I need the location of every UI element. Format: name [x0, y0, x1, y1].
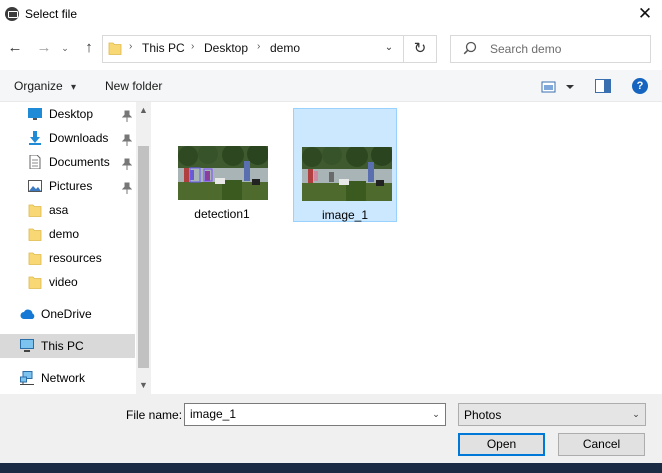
change-view-button[interactable]	[541, 79, 575, 95]
file-item-detection1[interactable]: detection1	[170, 108, 274, 222]
chevron-down-icon: ▾	[71, 82, 77, 93]
view-icon	[541, 81, 574, 93]
scroll-up-button[interactable]: ▲	[136, 102, 151, 119]
close-button[interactable]: ✕	[628, 0, 662, 30]
file-type-select[interactable]: Photos	[458, 403, 646, 426]
sidebar-item-resources[interactable]: resources	[0, 246, 135, 270]
cloud-icon	[20, 309, 35, 319]
scroll-down-button[interactable]: ▼	[136, 377, 151, 394]
sidebar-item-label: Documents	[49, 155, 110, 169]
sidebar-item-desktop[interactable]: Desktop	[0, 102, 135, 126]
pin-icon	[121, 108, 133, 122]
new-folder-button[interactable]: New folder	[105, 79, 162, 93]
window-title: Select file	[25, 7, 78, 21]
pin-icon	[121, 156, 133, 170]
sidebar-item-pictures[interactable]: Pictures	[0, 174, 135, 198]
sidebar-item-label: This PC	[41, 339, 84, 353]
folder-icon	[28, 276, 42, 289]
preview-pane-button[interactable]	[595, 79, 611, 93]
sidebar-item-demo[interactable]: demo	[0, 222, 135, 246]
sidebar-item-network[interactable]: Network	[0, 366, 135, 390]
organize-button[interactable]: Organize ▾	[14, 79, 76, 93]
folder-icon	[108, 42, 122, 55]
sidebar-item-label: Desktop	[49, 107, 94, 121]
sidebar-item-label: video	[49, 275, 78, 289]
app-icon	[5, 7, 19, 21]
sidebar-item-asa[interactable]: asa	[0, 198, 135, 222]
chevron-down-icon[interactable]: ⌄	[628, 404, 644, 425]
chevron-down-icon[interactable]: ⌄	[428, 404, 444, 425]
taskbar-strip	[0, 463, 662, 473]
sidebar-item-label: OneDrive	[41, 307, 92, 321]
preview-pane-icon	[595, 79, 611, 93]
pin-icon	[121, 132, 133, 146]
image-thumbnail	[302, 147, 392, 201]
up-button[interactable]: ↑	[78, 37, 100, 59]
download-icon	[29, 131, 41, 145]
breadcrumb-demo[interactable]: demo	[270, 41, 300, 55]
sidebar-item-downloads[interactable]: Downloads	[0, 126, 135, 150]
address-dropdown-button[interactable]: ⌄	[380, 37, 398, 59]
breadcrumb-separator[interactable]: ›	[191, 41, 194, 52]
sidebar-item-label: Network	[41, 371, 86, 385]
file-name-input[interactable]: image_1	[184, 403, 446, 426]
folder-icon	[28, 204, 42, 217]
scroll-thumb[interactable]	[138, 146, 149, 368]
file-name: image_1	[321, 208, 369, 222]
breadcrumb-desktop[interactable]: Desktop	[204, 41, 248, 55]
back-button[interactable]: ←	[4, 37, 26, 59]
document-icon	[29, 155, 41, 169]
file-name: detection1	[194, 207, 250, 221]
pictures-icon	[28, 180, 42, 192]
open-button[interactable]: Open	[458, 433, 545, 456]
organize-label: Organize	[14, 79, 63, 93]
search-input[interactable]: Search demo	[490, 42, 561, 56]
title-bar	[0, 0, 662, 30]
sidebar-item-video[interactable]: video	[0, 270, 135, 294]
sidebar-item-label: demo	[49, 227, 80, 241]
sidebar-item-documents[interactable]: Documents	[0, 150, 135, 174]
pin-icon	[121, 180, 133, 194]
help-button[interactable]: ?	[632, 78, 648, 94]
desktop-icon	[28, 108, 42, 120]
forward-button[interactable]: →	[33, 37, 55, 59]
sidebar-item-onedrive[interactable]: OneDrive	[0, 302, 135, 326]
sidebar-item-label: Pictures	[49, 179, 93, 193]
sidebar-item-label: asa	[49, 203, 69, 217]
image-thumbnail	[178, 146, 268, 200]
file-item-image-1[interactable]: image_1	[293, 108, 397, 222]
recent-locations-button[interactable]: ⌄	[58, 37, 72, 59]
cancel-button[interactable]: Cancel	[558, 433, 645, 456]
folder-icon	[28, 252, 42, 265]
breadcrumb-this-pc[interactable]: This PC	[142, 41, 185, 55]
file-name-label: File name:	[126, 408, 183, 422]
sidebar-item-this-pc[interactable]: This PC	[0, 334, 135, 358]
sidebar-item-label: Downloads	[49, 131, 109, 145]
folder-icon	[28, 228, 42, 241]
network-icon	[20, 371, 34, 385]
refresh-button[interactable]: ↻	[404, 35, 437, 63]
search-icon	[463, 41, 477, 55]
breadcrumb-separator[interactable]: ›	[257, 41, 260, 52]
computer-icon	[20, 339, 34, 352]
breadcrumb-separator: ›	[129, 41, 133, 52]
sidebar-item-label: resources	[49, 251, 102, 265]
